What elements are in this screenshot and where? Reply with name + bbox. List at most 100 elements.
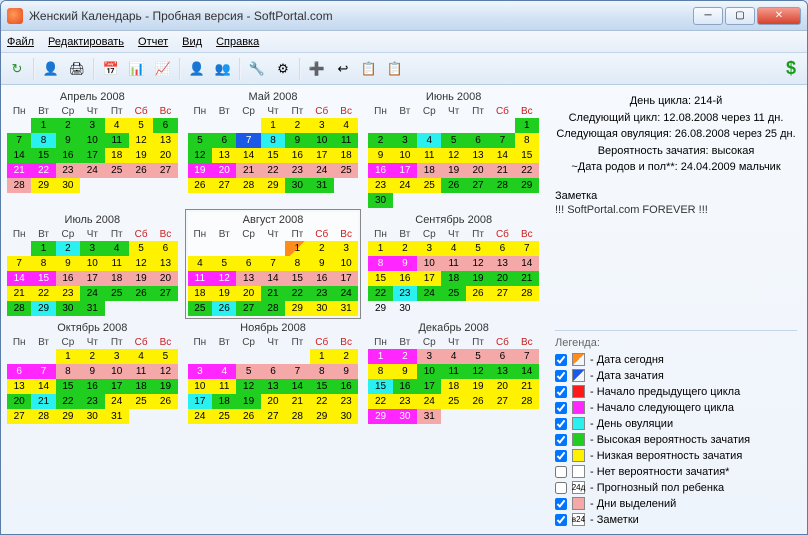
day-cell[interactable]: 2 [80,349,104,364]
day-cell[interactable]: 15 [515,148,539,163]
day-cell[interactable]: 3 [417,349,441,364]
menu-report[interactable]: Отчет [138,36,168,48]
day-cell[interactable]: 20 [490,379,514,394]
day-cell[interactable]: 21 [515,379,539,394]
day-cell[interactable]: 6 [261,364,285,379]
day-cell[interactable]: 19 [129,271,153,286]
day-cell[interactable]: 29 [31,178,55,193]
day-cell[interactable]: 26 [129,286,153,301]
day-cell[interactable]: 17 [310,148,334,163]
day-cell[interactable]: 13 [490,364,514,379]
day-cell[interactable]: 10 [80,256,104,271]
clip2-icon[interactable]: 📋 [383,57,407,81]
day-cell[interactable]: 9 [334,364,358,379]
day-cell[interactable]: 14 [490,148,514,163]
day-cell[interactable]: 15 [31,271,55,286]
day-cell[interactable]: 28 [515,394,539,409]
day-cell[interactable]: 20 [153,148,177,163]
day-cell[interactable]: 4 [334,118,358,133]
day-cell[interactable]: 23 [285,163,309,178]
day-cell[interactable]: 12 [441,148,465,163]
day-cell[interactable]: 4 [441,349,465,364]
day-cell[interactable]: 5 [441,133,465,148]
day-cell[interactable]: 18 [417,163,441,178]
day-cell[interactable]: 6 [490,349,514,364]
day-cell[interactable]: 9 [393,364,417,379]
day-cell[interactable]: 22 [310,394,334,409]
day-cell[interactable]: 1 [368,241,392,256]
day-cell[interactable]: 29 [285,301,309,316]
add-icon[interactable]: ➕ [305,57,329,81]
day-cell[interactable]: 10 [310,133,334,148]
day-cell[interactable]: 26 [466,394,490,409]
day-cell[interactable]: 25 [105,286,129,301]
day-cell[interactable]: 15 [310,379,334,394]
day-cell[interactable]: 14 [261,271,285,286]
day-cell[interactable]: 4 [188,256,212,271]
day-cell[interactable]: 4 [441,241,465,256]
day-cell[interactable]: 30 [334,409,358,424]
day-cell[interactable]: 5 [466,349,490,364]
day-cell[interactable]: 2 [393,349,417,364]
day-cell[interactable]: 24 [393,178,417,193]
day-cell[interactable]: 30 [285,178,309,193]
day-cell[interactable]: 10 [334,256,358,271]
day-cell[interactable]: 1 [310,349,334,364]
chart2-icon[interactable]: 📈 [151,57,175,81]
day-cell[interactable]: 30 [310,301,334,316]
day-cell[interactable]: 25 [129,394,153,409]
day-cell[interactable]: 4 [417,133,441,148]
day-cell[interactable]: 24 [80,286,104,301]
day-cell[interactable]: 30 [80,409,104,424]
day-cell[interactable]: 28 [7,178,31,193]
day-cell[interactable]: 7 [261,256,285,271]
day-cell[interactable]: 12 [129,133,153,148]
day-cell[interactable]: 6 [236,256,260,271]
day-cell[interactable]: 11 [334,133,358,148]
day-cell[interactable]: 14 [7,271,31,286]
day-cell[interactable]: 28 [285,409,309,424]
day-cell[interactable]: 18 [441,379,465,394]
day-cell[interactable]: 26 [466,286,490,301]
day-cell[interactable]: 7 [7,256,31,271]
day-cell[interactable]: 17 [80,148,104,163]
day-cell[interactable]: 5 [129,241,153,256]
close-button[interactable]: ✕ [757,7,801,25]
day-cell[interactable]: 27 [153,163,177,178]
day-cell[interactable]: 8 [261,133,285,148]
day-cell[interactable]: 7 [285,364,309,379]
day-cell[interactable]: 12 [236,379,260,394]
day-cell[interactable]: 16 [310,271,334,286]
day-cell[interactable]: 14 [515,256,539,271]
day-cell[interactable]: 12 [188,148,212,163]
day-cell[interactable]: 15 [368,271,392,286]
legend-checkbox[interactable] [555,354,567,366]
day-cell[interactable]: 8 [515,133,539,148]
refresh-icon[interactable]: ↻ [5,57,29,81]
day-cell[interactable]: 26 [236,409,260,424]
day-cell[interactable]: 19 [466,271,490,286]
day-cell[interactable]: 26 [212,301,236,316]
day-cell[interactable]: 24 [334,286,358,301]
day-cell[interactable]: 6 [466,133,490,148]
day-cell[interactable]: 23 [310,286,334,301]
day-cell[interactable]: 9 [80,364,104,379]
day-cell[interactable]: 21 [515,271,539,286]
day-cell[interactable]: 27 [7,409,31,424]
day-cell[interactable]: 2 [310,241,334,256]
day-cell[interactable]: 11 [441,364,465,379]
day-cell[interactable]: 12 [466,256,490,271]
day-cell[interactable]: 4 [105,241,129,256]
day-cell[interactable]: 16 [393,271,417,286]
day-cell[interactable]: 24 [417,286,441,301]
day-cell[interactable]: 15 [285,271,309,286]
day-cell[interactable]: 16 [285,148,309,163]
day-cell[interactable]: 6 [7,364,31,379]
tools-icon[interactable]: 🔧 [245,57,269,81]
day-cell[interactable]: 18 [105,148,129,163]
day-cell[interactable]: 11 [417,148,441,163]
day-cell[interactable]: 14 [285,379,309,394]
day-cell[interactable]: 16 [334,379,358,394]
day-cell[interactable]: 25 [105,163,129,178]
day-cell[interactable]: 25 [212,409,236,424]
